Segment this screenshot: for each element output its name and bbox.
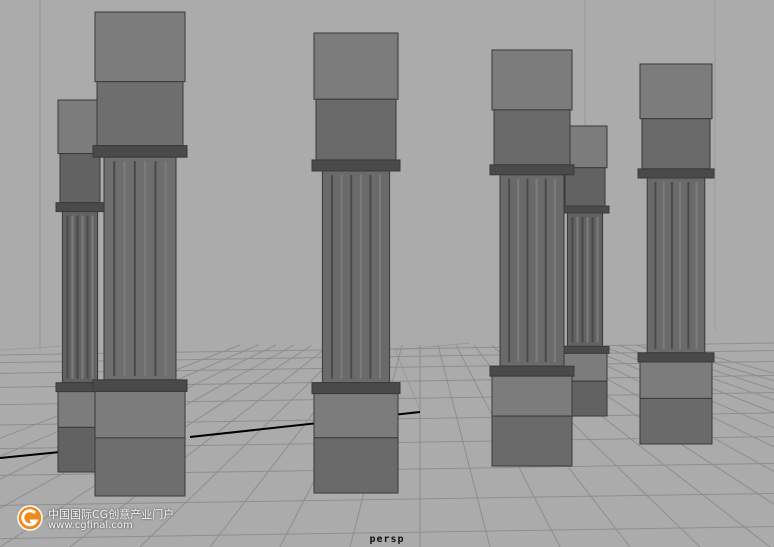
camera-name-label: persp	[369, 534, 405, 545]
cgfinal-logo-icon	[17, 505, 43, 531]
perspective-viewport[interactable]: persp 中国国际CG创意产业门户 www.cgfinal.com	[0, 0, 774, 547]
column-5[interactable]	[311, 32, 401, 494]
column-4[interactable]	[489, 49, 575, 467]
column-3[interactable]	[637, 63, 715, 445]
scene-canvas[interactable]	[0, 0, 774, 547]
watermark: 中国国际CG创意产业门户 www.cgfinal.com	[16, 504, 186, 534]
column-6[interactable]	[92, 11, 188, 497]
columns-group	[55, 11, 715, 497]
watermark-url: www.cgfinal.com	[48, 520, 133, 531]
